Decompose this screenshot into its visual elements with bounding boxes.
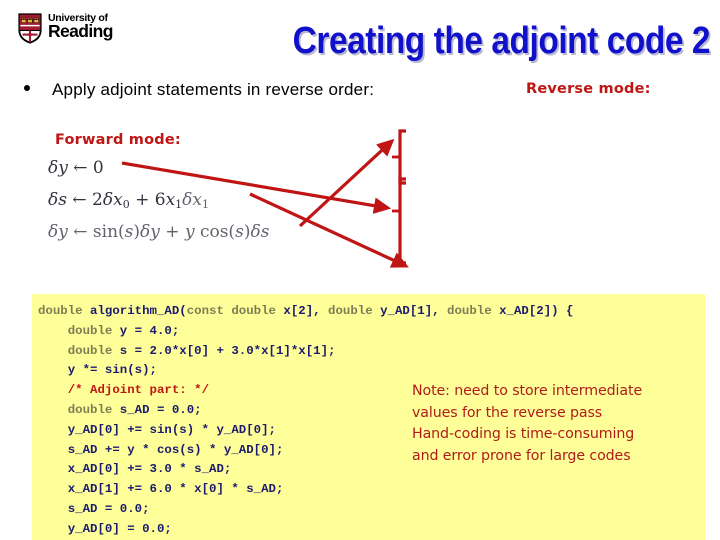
- code-line: double y = 4.0;: [38, 322, 705, 342]
- university-of-reading-logo: University of Reading: [18, 12, 138, 46]
- code-token: double: [67, 323, 113, 338]
- code-token: s_AD = 0.0;: [112, 402, 202, 417]
- code-token: x_AD[2]) {: [491, 304, 574, 318]
- code-token: y = 4.0;: [112, 323, 180, 338]
- code-token: x_AD[1] += 6.0 * x[0] * s_AD;: [38, 482, 284, 497]
- code-token: x_AD[0] += 3.0 * s_AD;: [38, 462, 232, 477]
- equation-row: δs ← 2δx0 + 6x1δx1: [48, 190, 209, 211]
- code-token: y_AD[0] += sin(s) * y_AD[0];: [38, 422, 276, 437]
- note-text: Note: need to store intermediate values …: [412, 383, 643, 464]
- code-line: double s = 2.0*x[0] + 3.0*x[1]*x[1];: [38, 342, 705, 362]
- code-token: s_AD += y * cos(s) * y_AD[0];: [38, 442, 284, 457]
- code-token: const double: [186, 304, 276, 318]
- code-line: s_AD = 0.0;: [38, 500, 705, 520]
- code-token: double: [38, 304, 83, 318]
- equation-row: δy ← 0: [48, 158, 104, 178]
- bullet-text: Apply adjoint statements in reverse orde…: [52, 80, 375, 99]
- code-token: double: [447, 304, 492, 318]
- code-token: algorithm_AD(: [82, 304, 187, 318]
- forward-mode-heading: Forward mode:: [55, 132, 181, 148]
- code-token: s = 2.0*x[0] + 3.0*x[1]*x[1];: [112, 343, 336, 358]
- logo-line-2: Reading: [48, 20, 113, 41]
- slide-canvas: University of Reading Creating the adjoi…: [0, 0, 720, 540]
- code-line: y_AD[0] = 0.0;: [38, 520, 705, 540]
- reading-crest-icon: [18, 13, 42, 44]
- code-line: x_AD[1] += 6.0 * x[0] * s_AD;: [38, 480, 705, 500]
- logo-wordmark: University of Reading: [48, 12, 138, 45]
- code-token: y_AD[1],: [372, 304, 448, 318]
- bullet-dot-icon: [24, 85, 30, 91]
- equation-row: δy ← sin(s)δy + y cos(s)δs: [48, 222, 270, 242]
- reverse-mode-heading: Reverse mode:: [526, 81, 651, 97]
- forward-mode-equations: δy ← 0 δs ← 2δx0 + 6x1δx1 δy ← sin(s)δy …: [48, 152, 368, 248]
- reverse-mode-equations: [440, 110, 700, 260]
- code-line: double algorithm_AD(const double x[2], d…: [38, 302, 705, 322]
- code-token: double: [328, 304, 373, 318]
- code-token: x[2],: [275, 304, 329, 318]
- code-token: double: [67, 343, 113, 358]
- code-token: s_AD = 0.0;: [38, 501, 150, 516]
- code-token: y_AD[0] = 0.0;: [38, 521, 172, 536]
- code-token: double: [67, 402, 113, 417]
- reverse-bracket-bottom: [392, 177, 406, 265]
- reverse-bracket-top: [392, 129, 406, 185]
- bullet-list-item: Apply adjoint statements in reverse orde…: [24, 80, 494, 106]
- code-token: /* Adjoint part: */: [67, 383, 210, 398]
- slide-title: Creating the adjoint code 2: [292, 20, 711, 62]
- code-line: y *= sin(s);: [38, 361, 705, 381]
- code-token: y *= sin(s);: [38, 363, 157, 378]
